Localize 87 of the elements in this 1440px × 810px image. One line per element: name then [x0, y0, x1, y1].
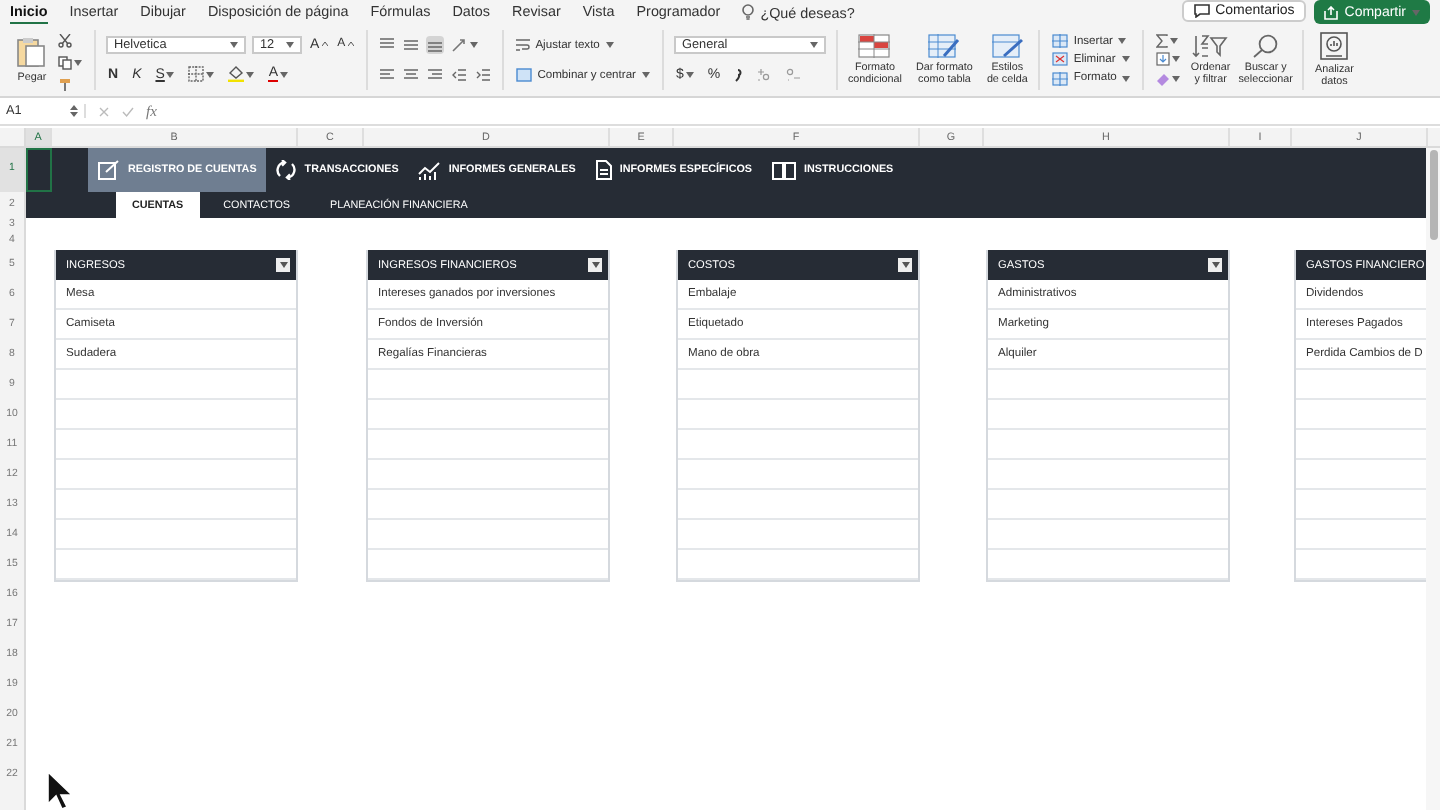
align-lines-icon — [403, 38, 418, 52]
filter-button[interactable] — [1208, 258, 1222, 272]
borders-button[interactable] — [186, 64, 217, 85]
align-lines-icon — [379, 68, 394, 82]
lightbulb-icon — [742, 4, 755, 20]
caret-up-icon — [347, 42, 354, 47]
caret-icon — [280, 71, 289, 78]
align-lines-icon — [427, 38, 442, 52]
caret-icon — [166, 71, 175, 78]
indent-icon — [451, 68, 466, 82]
filter-button[interactable] — [588, 258, 602, 272]
search-icon — [1251, 33, 1280, 58]
vertical-align-button[interactable] — [425, 36, 444, 54]
share-icon — [1324, 5, 1339, 19]
clear-button[interactable] — [1154, 69, 1183, 88]
cell-brush-icon — [991, 33, 1024, 58]
caret-icon — [1170, 38, 1179, 45]
fill-color-button[interactable] — [226, 64, 257, 85]
sort-filter-icon — [1192, 33, 1229, 58]
clipboard-icon — [16, 35, 48, 68]
speech-bubble-icon — [1193, 4, 1210, 18]
caret-icon — [286, 41, 294, 48]
fill-button[interactable] — [1154, 50, 1183, 69]
analyze-chart-icon — [1320, 31, 1349, 60]
highlighted-table-icon — [858, 33, 891, 58]
caret-up-icon — [321, 42, 328, 47]
book-icon — [772, 161, 797, 179]
caret-icon — [1412, 9, 1420, 15]
copy-icon — [58, 56, 72, 70]
wrap-text-icon — [515, 38, 530, 52]
stepper-icon — [70, 104, 78, 118]
selected-cell[interactable] — [26, 148, 52, 192]
filter-button[interactable] — [276, 258, 290, 272]
autosum-button[interactable] — [1154, 32, 1183, 51]
caret-icon — [246, 71, 255, 78]
caret-icon — [1118, 38, 1127, 45]
caret-icon — [74, 60, 82, 66]
indent-icon — [475, 68, 490, 82]
check-icon[interactable] — [122, 105, 134, 117]
decrease-indent-button[interactable] — [449, 66, 468, 84]
merge-cells-icon — [515, 68, 532, 82]
refresh-icon — [276, 160, 297, 180]
scrollbar-thumb[interactable] — [1429, 150, 1437, 240]
increase-decimal-button[interactable] — [754, 66, 775, 84]
caret-icon — [1122, 75, 1131, 82]
edit-icon — [98, 160, 120, 180]
fill-down-icon — [1156, 52, 1171, 67]
cells-icon — [1051, 34, 1068, 49]
filter-button[interactable] — [898, 258, 912, 272]
decimal-icon — [786, 68, 803, 82]
increase-indent-button[interactable] — [473, 66, 492, 84]
comma-style-button[interactable] — [732, 66, 745, 84]
brush-icon — [58, 78, 72, 92]
caret-icon — [1172, 56, 1181, 63]
eraser-icon — [1156, 71, 1171, 86]
document-icon — [595, 160, 612, 180]
caret-icon — [206, 71, 215, 78]
decimal-icon — [756, 68, 773, 82]
caret-icon — [685, 72, 694, 78]
vertical-align-button[interactable] — [377, 36, 396, 54]
angled-text-icon — [451, 38, 468, 52]
decrease-decimal-button[interactable] — [784, 66, 805, 84]
align-lines-icon — [427, 68, 442, 82]
line-chart-icon — [418, 161, 441, 179]
paint-bucket-icon — [228, 66, 245, 83]
copy-button[interactable] — [56, 54, 84, 72]
cells-icon — [1051, 71, 1068, 86]
caret-icon — [605, 42, 614, 48]
vertical-align-button[interactable] — [401, 36, 420, 54]
caret-icon — [469, 42, 478, 48]
orientation-button[interactable] — [449, 36, 480, 54]
table-brush-icon — [928, 33, 961, 58]
cells-icon — [1051, 52, 1068, 67]
align-lines-icon — [379, 38, 394, 52]
horizontal-align-button[interactable] — [425, 66, 444, 84]
caret-icon — [1121, 56, 1130, 63]
caret-icon — [230, 41, 238, 48]
caret-icon — [641, 72, 650, 78]
align-lines-icon — [403, 68, 418, 82]
comma-icon — [734, 68, 743, 82]
horizontal-align-button[interactable] — [401, 66, 420, 84]
caret-icon — [1172, 75, 1181, 82]
sum-icon — [1156, 34, 1169, 49]
horizontal-align-button[interactable] — [377, 66, 396, 84]
caret-icon — [809, 42, 818, 48]
borders-icon — [188, 66, 205, 83]
scissors-icon — [58, 34, 72, 48]
